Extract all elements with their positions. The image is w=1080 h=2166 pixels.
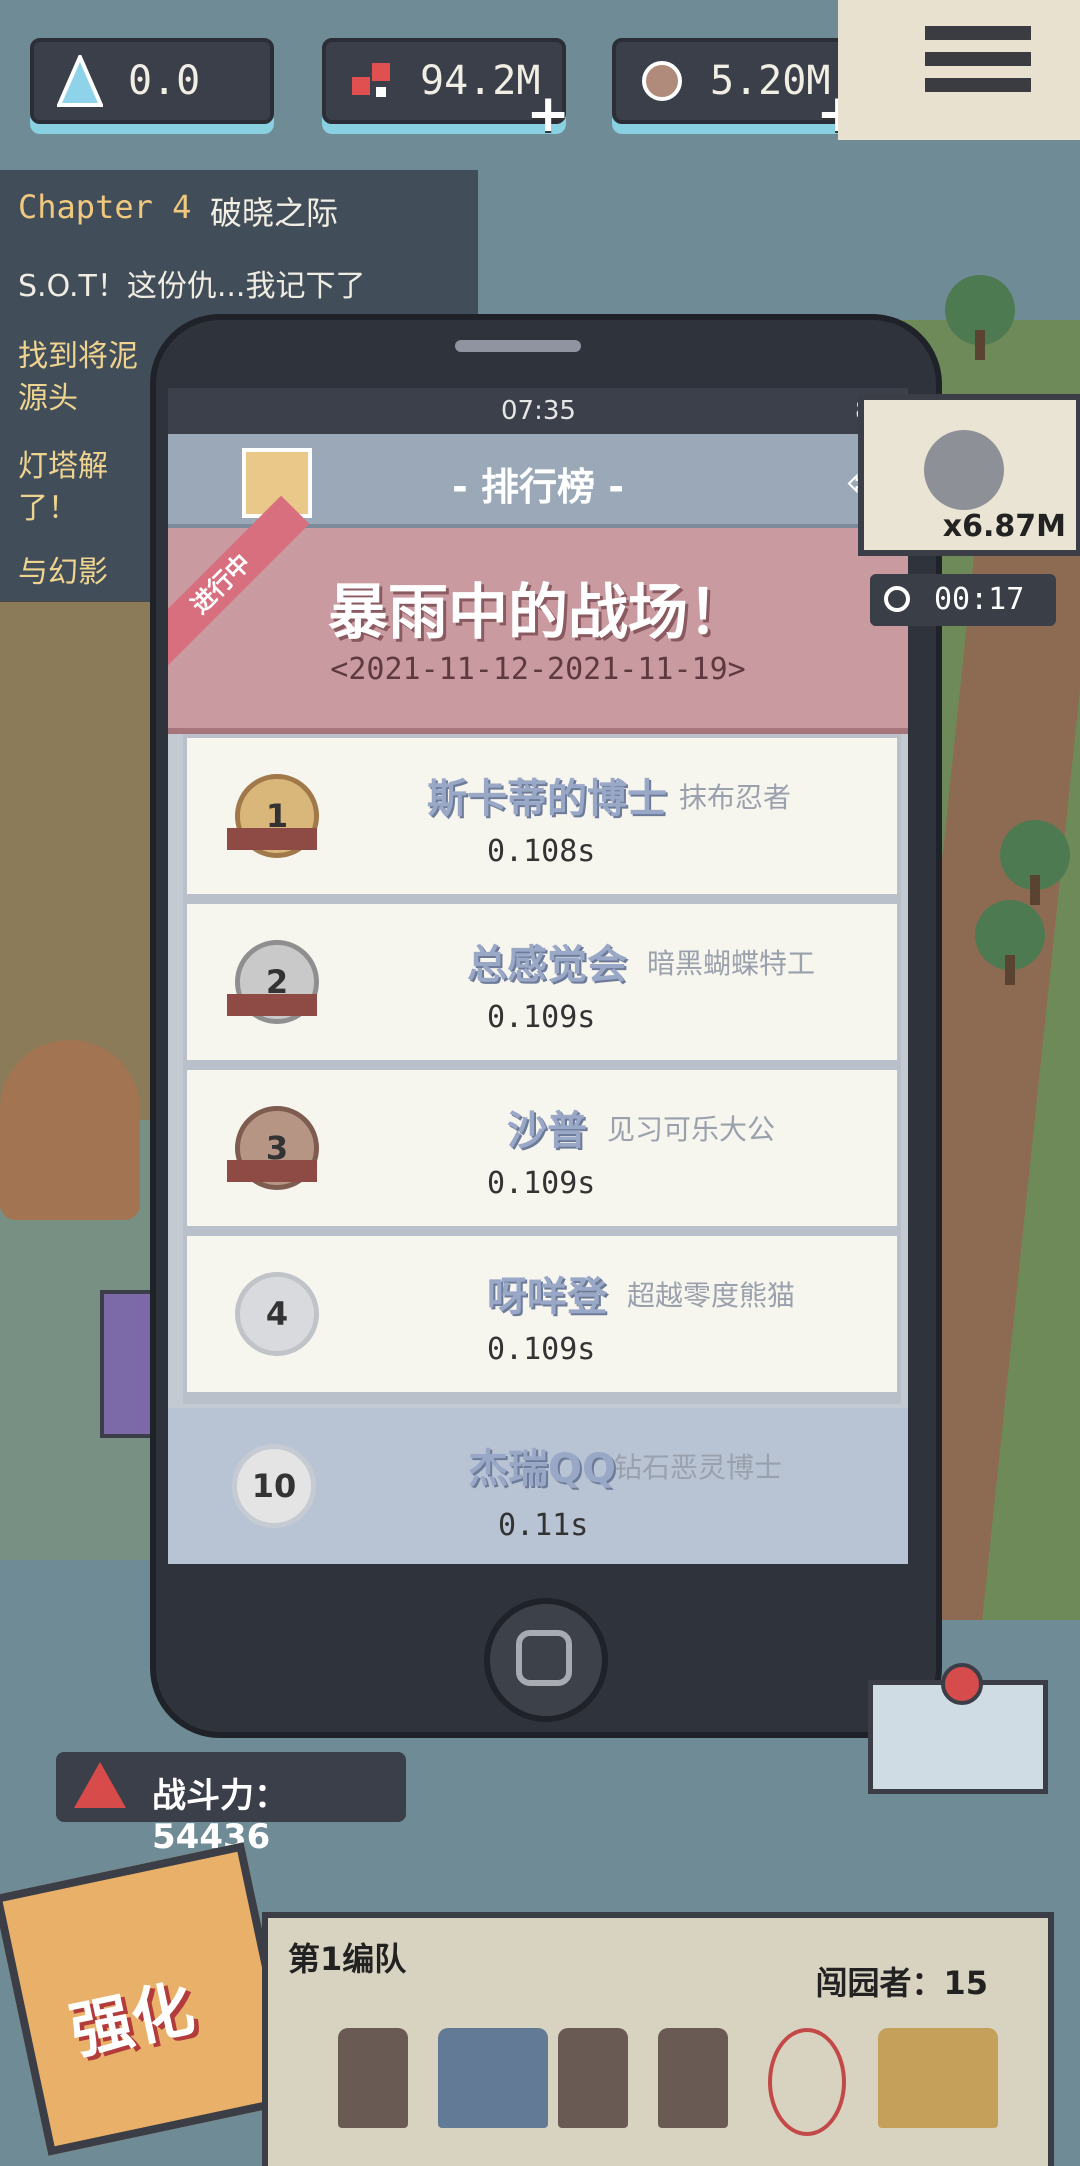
crystal-value: 0.0	[128, 58, 201, 104]
parts-icon	[342, 51, 402, 111]
team-member-slot[interactable]	[558, 2028, 628, 2128]
player-name: 总感觉会	[467, 942, 627, 988]
rank-badge-icon: 4	[235, 1272, 319, 1356]
quest-line: S.O.T！这份仇...我记下了	[18, 269, 366, 304]
rank-row[interactable]: 1 斯卡蒂的博士 抹布忍者 0.108s	[183, 734, 901, 906]
player-time: 0.109s	[487, 1166, 596, 1201]
quest-chapter: Chapter 4	[18, 188, 192, 226]
parts-counter: 94.2M +	[322, 38, 570, 144]
rank-number: 4	[265, 1295, 289, 1333]
timer-value: 00:17	[934, 582, 1025, 617]
self-rank-row[interactable]: 10 杰瑞QQ 钻石恶灵博士 0.11s	[168, 1408, 908, 1564]
upgrade-label: 强化	[63, 1971, 201, 2069]
rank-row[interactable]: 4 呀咩登 超越零度熊猫 0.109s	[183, 1232, 901, 1404]
map-tree	[975, 900, 1045, 985]
boost-timer: 00:17	[870, 574, 1056, 626]
hamburger-menu-icon[interactable]	[925, 26, 1031, 106]
combat-power-panel: 战斗力：54436	[56, 1752, 406, 1857]
player-time: 0.108s	[487, 834, 596, 869]
medal-ribbon	[227, 1160, 317, 1182]
crystal-icon	[50, 51, 110, 111]
status-bar: 07:35 88	[168, 388, 908, 434]
team-panel[interactable]: 第1编队 闯园者：15	[262, 1912, 1054, 2166]
crystal-counter: 0.0	[30, 38, 274, 124]
phone-home-button[interactable]	[484, 1598, 608, 1722]
robot-icon	[924, 430, 1004, 510]
map-character[interactable]	[100, 1290, 156, 1438]
player-title: 抹布忍者	[679, 781, 792, 814]
boost-value: x6.87M	[942, 509, 1066, 544]
map-joystick[interactable]	[868, 1663, 1048, 1794]
rank-row[interactable]: 2 总感觉会 暗黑蝴蝶特工 0.109s	[183, 900, 901, 1072]
player-name: 沙普	[507, 1108, 587, 1154]
map-building[interactable]	[0, 1040, 140, 1220]
combat-power-value: 战斗力：54436	[152, 1776, 288, 1857]
parts-value: 94.2M	[420, 58, 541, 104]
leaderboard-screen: 07:35 88 - 排行榜 - ⇦ 进行中 暴雨中的战场！ <2021-11-…	[168, 388, 908, 1564]
player-name: 斯卡蒂的博士	[427, 776, 667, 822]
player-time: 0.11s	[498, 1508, 589, 1543]
player-title: 见习可乐大公	[607, 1113, 776, 1146]
player-time: 0.109s	[487, 1000, 596, 1035]
map-tree	[945, 275, 1015, 360]
add-parts-button[interactable]: +	[526, 84, 570, 144]
team-name: 第1编队	[288, 1940, 407, 1978]
event-dates: <2021-11-12-2021-11-19>	[330, 652, 746, 687]
rank-number: 10	[251, 1467, 297, 1505]
player-name: 杰瑞QQ	[468, 1446, 617, 1492]
event-banner: 进行中 暴雨中的战场！ <2021-11-12-2021-11-19>	[168, 495, 908, 734]
rank-badge-icon: 10	[232, 1444, 316, 1528]
player-time: 0.109s	[487, 1332, 596, 1367]
quest-title: 破晓之际	[210, 194, 339, 232]
team-count: 闯园者：15	[815, 1964, 988, 2002]
player-title: 超越零度熊猫	[627, 1279, 796, 1312]
map-tree	[1000, 820, 1070, 905]
player-name: 呀咩登	[487, 1274, 607, 1320]
warning-icon	[74, 1762, 126, 1808]
status-time: 07:35	[501, 396, 576, 426]
ore-value: 5.20M	[710, 58, 831, 104]
player-title: 暗黑蝴蝶特工	[647, 947, 816, 980]
clock-icon	[884, 586, 910, 612]
ore-counter: 5.20M +	[612, 38, 860, 144]
ore-icon	[632, 51, 692, 111]
event-title: 暴雨中的战场！	[328, 578, 748, 648]
boost-widget[interactable]: x6.87M	[858, 394, 1080, 556]
team-member-slot[interactable]	[438, 2028, 548, 2128]
joystick-knob-icon[interactable]	[941, 1663, 983, 1705]
player-title: 钻石恶灵博士	[614, 1451, 783, 1484]
rank-row[interactable]: 3 沙普 见习可乐大公 0.109s	[183, 1066, 901, 1238]
medal-ribbon	[227, 994, 317, 1016]
medal-ribbon	[227, 828, 317, 850]
team-member-slot[interactable]	[768, 2028, 846, 2136]
phone-speaker	[455, 340, 581, 352]
team-member-slot[interactable]	[878, 2028, 998, 2128]
team-member-slot[interactable]	[658, 2028, 728, 2128]
team-member-slot[interactable]	[338, 2028, 408, 2128]
